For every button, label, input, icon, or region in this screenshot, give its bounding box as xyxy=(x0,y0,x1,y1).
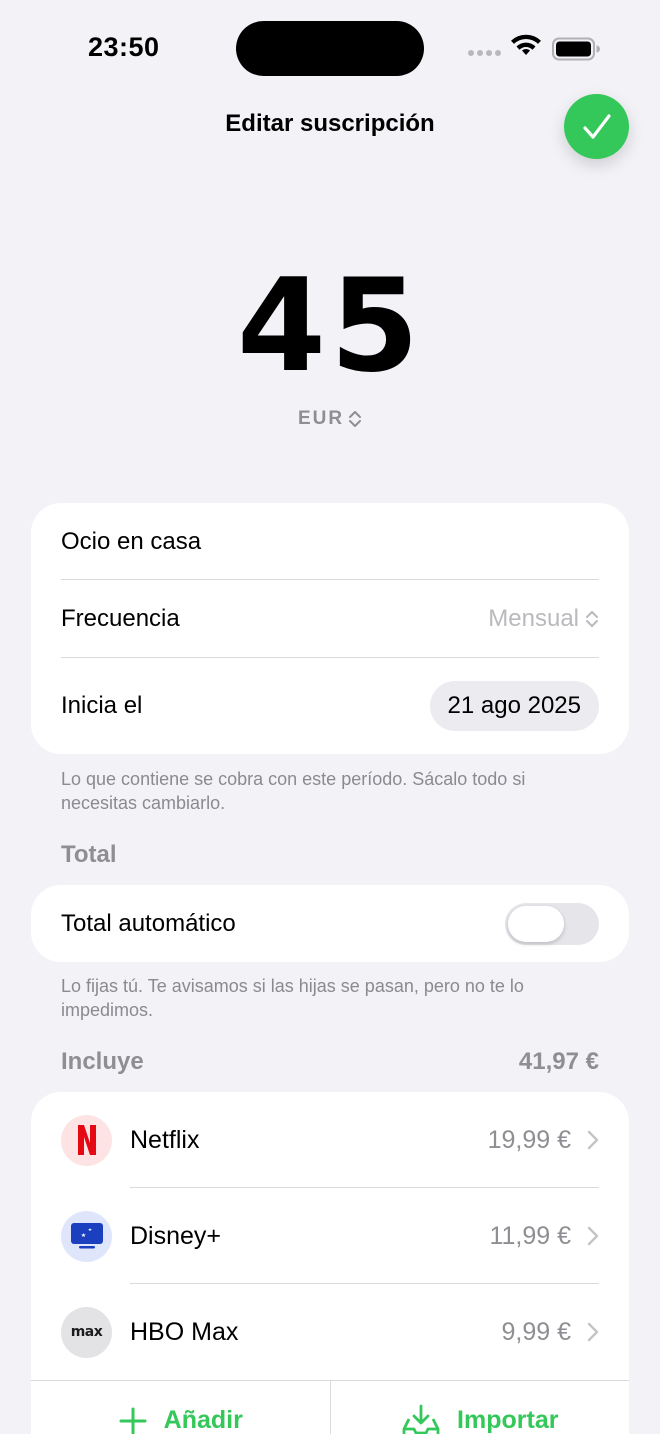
includes-action-bar: Añadir Importar xyxy=(31,1380,629,1434)
total-card: Total automático xyxy=(31,885,629,962)
includes-card: Netflix 19,99 € Disney+ 11,99 € max HBO … xyxy=(31,1092,629,1434)
list-item[interactable]: Netflix 19,99 € xyxy=(61,1092,599,1188)
total-footnote: Lo fijas tú. Te avisamos si las hijas se… xyxy=(61,976,524,1020)
battery-icon xyxy=(552,37,600,61)
dynamic-island xyxy=(236,21,424,76)
toggle-knob xyxy=(508,905,564,942)
currency-code: EUR xyxy=(297,408,345,429)
item-price: 11,99 € xyxy=(489,1221,571,1250)
item-price-group: 9,99 € xyxy=(501,1318,599,1347)
import-button[interactable]: Importar xyxy=(329,1381,630,1434)
details-card: Ocio en casa Frecuencia Mensual Inicia e… xyxy=(31,503,629,754)
netflix-logo-icon xyxy=(61,1114,112,1166)
list-item[interactable]: Disney+ 11,99 € xyxy=(61,1188,599,1284)
frequency-picker[interactable]: Mensual xyxy=(488,605,599,633)
chevron-right-icon xyxy=(587,1226,599,1246)
total-section-title: Total xyxy=(61,841,117,868)
frequency-label: Frecuencia xyxy=(61,605,180,632)
item-price-group: 11,99 € xyxy=(489,1222,599,1251)
frequency-row[interactable]: Frecuencia Mensual xyxy=(61,580,599,658)
item-price-group: 19,99 € xyxy=(488,1126,599,1155)
item-name: Netflix xyxy=(130,1125,200,1154)
chevron-right-icon xyxy=(587,1130,599,1150)
max-logo-icon: max xyxy=(61,1306,112,1358)
add-button[interactable]: Añadir xyxy=(31,1381,330,1434)
includes-sum: 41,97 € xyxy=(518,1048,599,1075)
list-item[interactable]: max HBO Max 9,99 € xyxy=(61,1284,599,1380)
subscription-name: Ocio en casa xyxy=(61,527,202,555)
done-button[interactable] xyxy=(564,94,629,159)
import-label: Importar xyxy=(457,1406,559,1434)
auto-total-label: Total automático xyxy=(61,909,236,937)
page-title: Editar suscripción xyxy=(225,110,435,137)
item-name: HBO Max xyxy=(130,1317,239,1346)
add-label: Añadir xyxy=(163,1406,243,1434)
period-footnote: Lo que contiene se cobra con este períod… xyxy=(61,769,526,813)
status-bar: 23:50 xyxy=(0,0,660,96)
amount-value[interactable]: 45 xyxy=(0,252,660,402)
item-price: 9,99 € xyxy=(501,1317,571,1346)
currency-picker[interactable]: EUR xyxy=(0,408,660,430)
plus-icon xyxy=(119,1407,147,1434)
chevron-up-down-icon xyxy=(586,611,598,627)
max-logo-text: max xyxy=(70,1324,103,1340)
item-name: Disney+ xyxy=(130,1221,222,1250)
status-time: 23:50 xyxy=(88,32,160,62)
includes-section-title: Incluye xyxy=(61,1048,144,1075)
disney-plus-logo-icon xyxy=(61,1210,112,1262)
name-field[interactable]: Ocio en casa xyxy=(61,503,599,580)
frequency-value: Mensual xyxy=(488,605,579,632)
auto-total-toggle[interactable] xyxy=(505,902,599,945)
start-date-label: Inicia el xyxy=(61,692,143,719)
wifi-icon xyxy=(511,34,541,55)
chevron-right-icon xyxy=(587,1322,599,1342)
tray-download-icon xyxy=(402,1404,440,1434)
item-price: 19,99 € xyxy=(487,1125,571,1154)
checkmark-icon xyxy=(582,113,611,139)
start-date-row: Inicia el 21 ago 2025 xyxy=(61,658,599,754)
auto-total-row: Total automático xyxy=(61,885,599,962)
chevron-up-down-icon xyxy=(349,411,362,427)
start-date-button[interactable]: 21 ago 2025 xyxy=(429,681,599,731)
cellular-signal-icon xyxy=(468,50,501,56)
